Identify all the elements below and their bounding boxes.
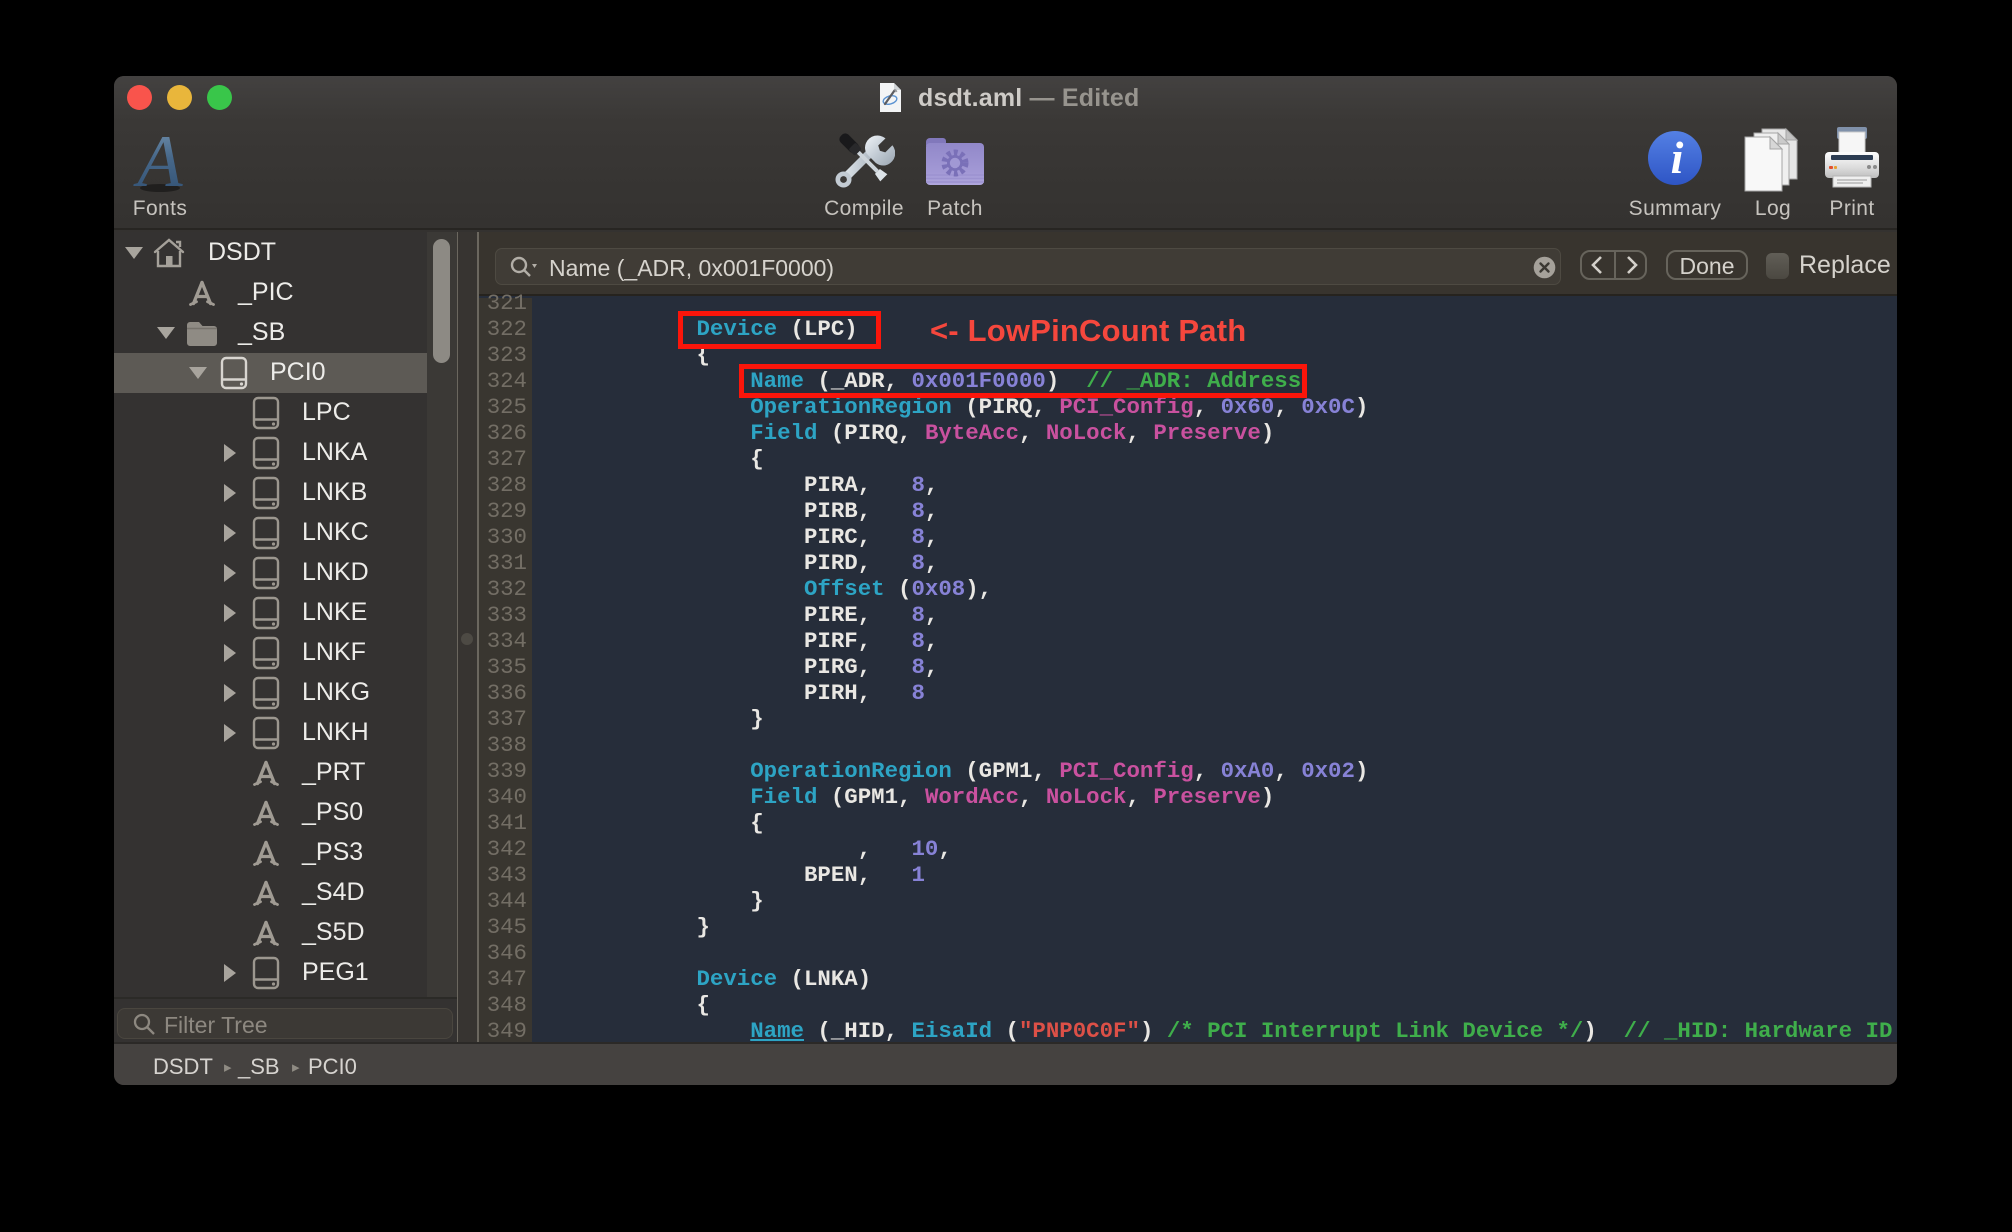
svg-text:i: i	[1671, 132, 1684, 183]
svg-text:A: A	[132, 122, 183, 196]
